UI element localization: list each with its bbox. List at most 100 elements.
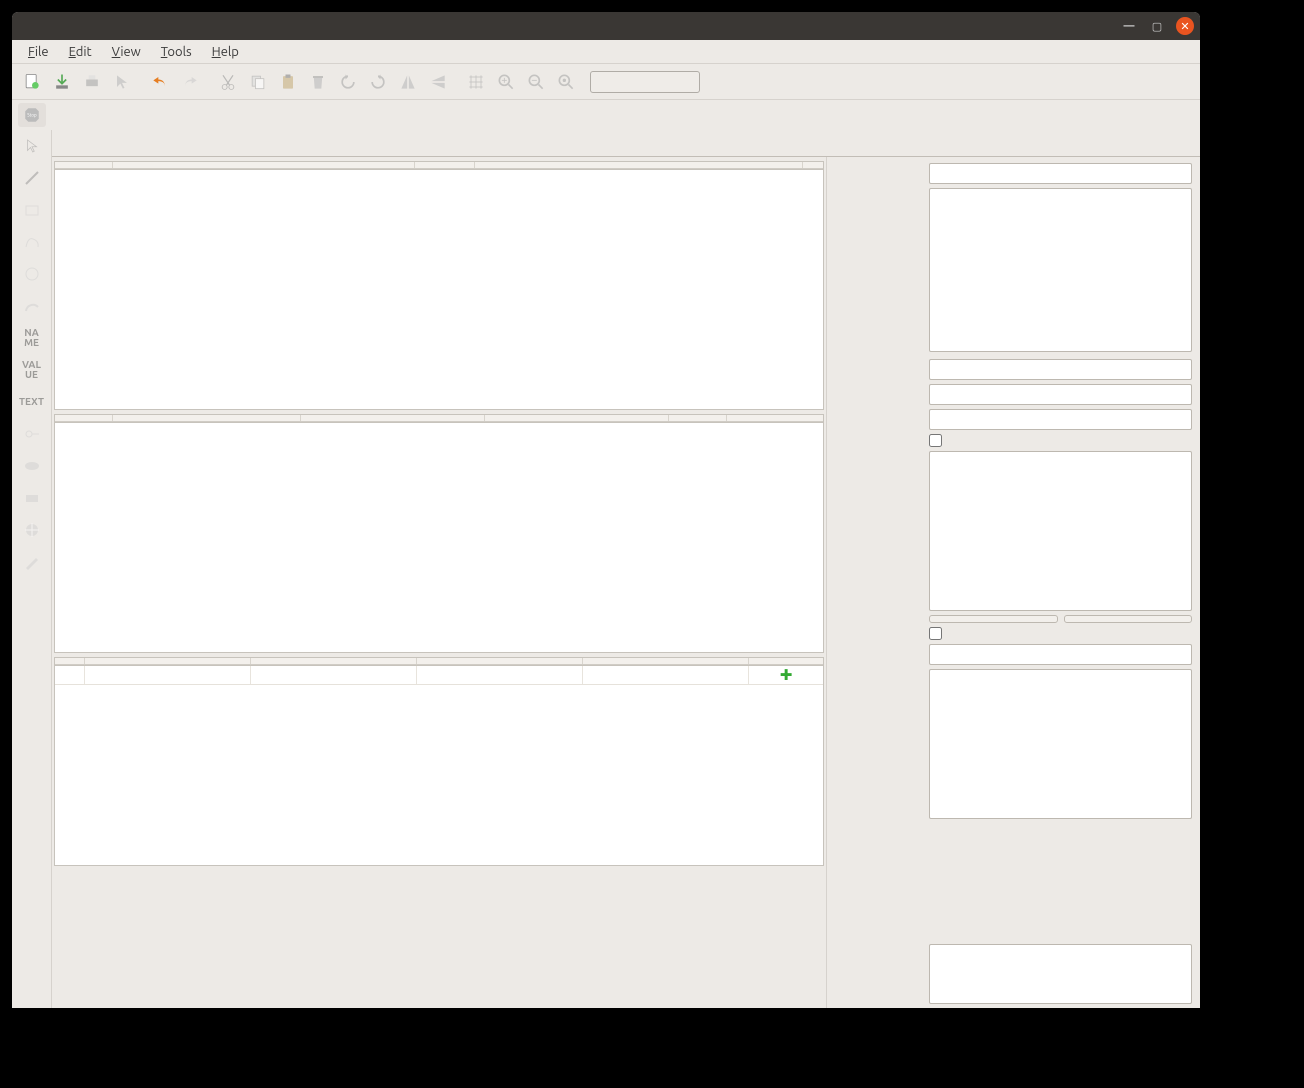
pad-tool-icon[interactable] — [20, 454, 44, 478]
new-icon[interactable] — [18, 68, 46, 96]
value-tool-icon[interactable]: VALUE — [20, 358, 44, 382]
signals-rows — [54, 170, 824, 410]
stop-button[interactable]: Stop — [18, 103, 46, 127]
author-label — [835, 384, 923, 387]
menu-edit[interactable]: Edit — [61, 43, 100, 61]
menu-help[interactable]: Help — [204, 43, 247, 61]
pin-tool-icon[interactable] — [20, 422, 44, 446]
attr-col-unit — [583, 658, 749, 664]
attr-new-label — [55, 666, 85, 684]
remove-selected-button[interactable] — [1064, 615, 1193, 623]
signals-col-name — [113, 162, 415, 168]
attr-new-key-input[interactable] — [85, 666, 251, 684]
text-tool-icon[interactable]: TEXT — [20, 390, 44, 414]
deprecated-checkbox[interactable] — [929, 434, 942, 447]
attributes-rows: ✚ — [54, 666, 824, 866]
rotate-ccw-icon[interactable] — [334, 68, 362, 96]
pencil-tool-icon[interactable] — [20, 550, 44, 574]
cursor-icon[interactable] — [108, 68, 136, 96]
description-input[interactable] — [929, 188, 1192, 352]
properties-pane — [826, 157, 1200, 1008]
tool-palette: NAME VALUE TEXT — [12, 130, 52, 1008]
paste-icon[interactable] — [274, 68, 302, 96]
symvar-col-norm — [485, 415, 669, 421]
svg-text:Stop: Stop — [27, 113, 37, 118]
keywords-input[interactable] — [929, 359, 1192, 380]
symvar-section — [54, 410, 824, 653]
default-value-input[interactable] — [929, 669, 1192, 819]
attr-add-icon[interactable]: ✚ — [777, 667, 795, 683]
attr-new-unit[interactable] — [583, 666, 749, 684]
undo-icon[interactable] — [146, 68, 174, 96]
target-tool-icon[interactable] — [20, 518, 44, 542]
grid-icon[interactable] — [462, 68, 490, 96]
author-input[interactable] — [929, 384, 1192, 405]
main-body: NAME VALUE TEXT — [12, 130, 1200, 1008]
signals-section — [54, 157, 824, 410]
prefix-label — [835, 644, 923, 647]
rect-fill-tool-icon[interactable] — [20, 486, 44, 510]
mirror-v-icon[interactable] — [424, 68, 452, 96]
minimize-button[interactable]: — — [1120, 17, 1138, 35]
symvar-col-name — [113, 415, 301, 421]
delete-icon[interactable] — [304, 68, 332, 96]
titlebar-controls: — ▢ ✕ — [1120, 17, 1194, 35]
zoom-in-icon[interactable] — [492, 68, 520, 96]
messages-label — [835, 944, 923, 947]
attr-col-type — [251, 658, 417, 664]
copy-icon[interactable] — [244, 68, 272, 96]
keywords-label — [835, 359, 923, 362]
menu-file[interactable]: File — [20, 43, 57, 61]
mirror-h-icon[interactable] — [394, 68, 422, 96]
polygon-tool-icon[interactable] — [20, 230, 44, 254]
close-button[interactable]: ✕ — [1176, 17, 1194, 35]
arc-tool-icon[interactable] — [20, 294, 44, 318]
center-pane: ✚ — [52, 157, 826, 1008]
save-icon[interactable] — [48, 68, 76, 96]
categories-list[interactable] — [929, 451, 1192, 611]
schematic-only-label — [835, 627, 923, 630]
menubar: File Edit View Tools Help — [12, 40, 1200, 64]
deprecated-label — [835, 434, 923, 437]
print-icon[interactable] — [78, 68, 106, 96]
attributes-table — [54, 657, 824, 666]
name-input[interactable] — [929, 163, 1192, 184]
categories-label — [835, 451, 923, 454]
name-tool-icon[interactable]: NAME — [20, 326, 44, 350]
select-tool-icon[interactable] — [20, 134, 44, 158]
rect-tool-icon[interactable] — [20, 198, 44, 222]
signals-table — [54, 161, 824, 170]
content-split: ✚ — [52, 156, 1200, 1008]
maximize-button[interactable]: ▢ — [1148, 17, 1166, 35]
cut-icon[interactable] — [214, 68, 242, 96]
symvar-col-symbols — [669, 415, 727, 421]
app-window: — ▢ ✕ File Edit View Tools Help — [12, 12, 1200, 1008]
line-tool-icon[interactable] — [20, 166, 44, 190]
symvar-rows — [54, 423, 824, 653]
version-label — [835, 409, 923, 412]
prefix-input[interactable] — [929, 644, 1192, 665]
menu-view[interactable]: View — [104, 43, 149, 61]
add-category-button[interactable] — [929, 615, 1058, 623]
attributes-new-row: ✚ — [55, 666, 823, 685]
redo-icon[interactable] — [176, 68, 204, 96]
attr-new-type[interactable] — [251, 666, 417, 684]
messages-box — [929, 944, 1192, 1004]
symvar-table — [54, 414, 824, 423]
rotate-cw-icon[interactable] — [364, 68, 392, 96]
default-value-label — [835, 669, 923, 672]
circle-tool-icon[interactable] — [20, 262, 44, 286]
main-area: ✚ — [52, 130, 1200, 1008]
attributes-section: ✚ — [54, 653, 824, 866]
version-input[interactable] — [929, 409, 1192, 430]
signals-col-required — [415, 162, 475, 168]
description-label — [835, 188, 923, 191]
menu-tools[interactable]: Tools — [153, 43, 200, 61]
name-label — [835, 163, 923, 166]
schematic-only-checkbox[interactable] — [929, 627, 942, 640]
attr-new-value[interactable] — [417, 666, 583, 684]
signals-col-forced — [475, 162, 803, 168]
zoom-fit-icon[interactable] — [552, 68, 580, 96]
zoom-out-icon[interactable] — [522, 68, 550, 96]
filter-input[interactable] — [590, 71, 700, 93]
